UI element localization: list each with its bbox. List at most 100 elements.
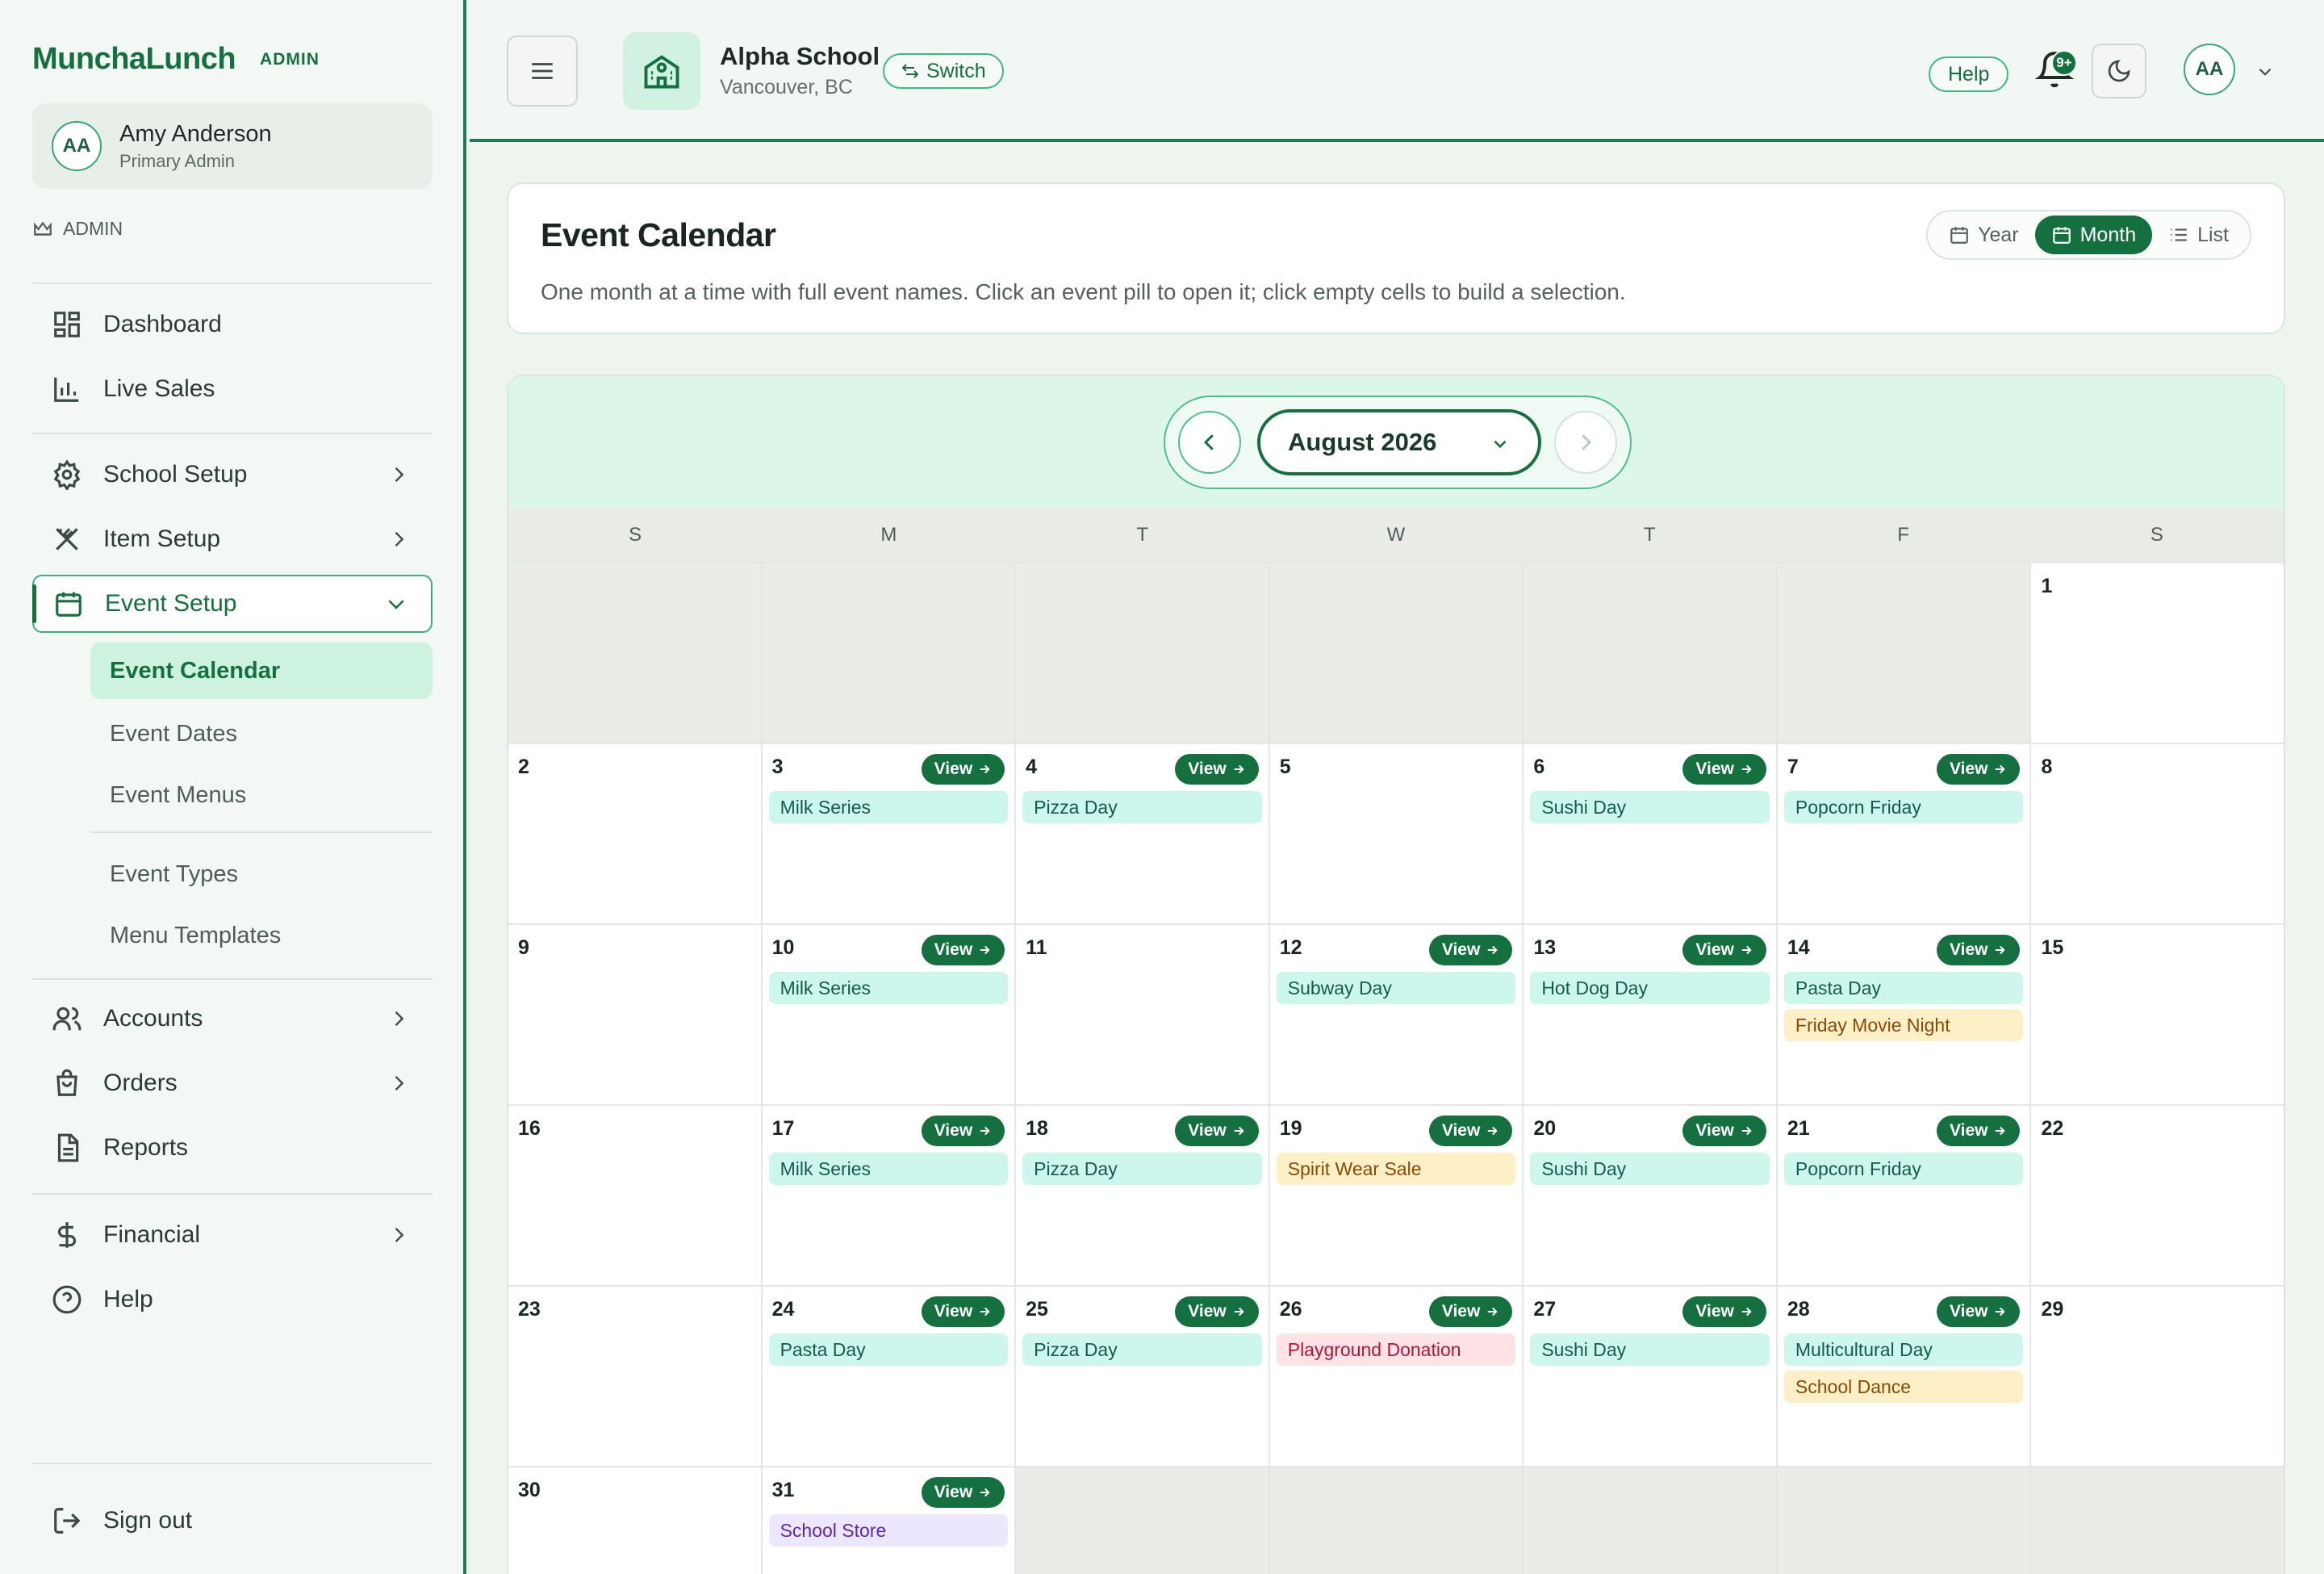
- event-pill[interactable]: Pasta Day: [1783, 972, 2024, 1004]
- sidebar-item-orders[interactable]: Orders: [32, 1054, 433, 1112]
- calendar-day-cell[interactable]: 25 View Pizza Day: [1016, 1287, 1270, 1466]
- event-pill[interactable]: Sushi Day: [1530, 791, 1770, 823]
- view-list-button[interactable]: List: [2152, 216, 2245, 254]
- sidebar-item-financial[interactable]: Financial: [32, 1206, 433, 1264]
- calendar-day-cell[interactable]: 13 View Hot Dog Day: [1524, 925, 1778, 1104]
- sidebar-subitem-menu-templates[interactable]: Menu Templates: [90, 907, 433, 964]
- calendar-day-cell[interactable]: 15: [2031, 925, 2284, 1104]
- sidebar-item-school-setup[interactable]: School Setup: [32, 446, 433, 504]
- calendar-day-cell[interactable]: 8: [2031, 744, 2284, 923]
- calendar-day-cell[interactable]: 6 View Sushi Day: [1524, 744, 1778, 923]
- calendar-day-cell[interactable]: 18 View Pizza Day: [1016, 1106, 1270, 1285]
- sidebar-item-reports[interactable]: Reports: [32, 1119, 433, 1177]
- calendar-day-cell[interactable]: 26 View Playground Donation: [1269, 1287, 1524, 1466]
- sidebar-item-event-setup[interactable]: Event Setup: [32, 575, 433, 633]
- view-day-button[interactable]: View: [921, 1296, 1005, 1327]
- sidebar-item-item-setup[interactable]: Item Setup: [32, 510, 433, 568]
- event-pill[interactable]: School Store: [768, 1514, 1009, 1547]
- event-pill[interactable]: Sushi Day: [1530, 1153, 1770, 1185]
- calendar-day-cell[interactable]: 31 View School Store: [762, 1467, 1017, 1574]
- view-day-button[interactable]: View: [921, 935, 1005, 965]
- view-day-button[interactable]: View: [1428, 1116, 1513, 1146]
- calendar-day-cell[interactable]: 9: [508, 925, 763, 1104]
- event-pill[interactable]: Pasta Day: [768, 1333, 1009, 1366]
- brand[interactable]: MunchaLunch ADMIN: [32, 42, 320, 77]
- event-pill[interactable]: Milk Series: [768, 791, 1009, 823]
- calendar-day-cell[interactable]: 11: [1016, 925, 1270, 1104]
- calendar-day-cell[interactable]: 19 View Spirit Wear Sale: [1269, 1106, 1524, 1285]
- event-pill[interactable]: Multicultural Day: [1783, 1333, 2024, 1366]
- calendar-day-cell[interactable]: 20 View Sushi Day: [1524, 1106, 1778, 1285]
- view-day-button[interactable]: View: [1428, 1296, 1513, 1327]
- event-pill[interactable]: Milk Series: [768, 1153, 1009, 1185]
- event-pill[interactable]: Subway Day: [1276, 972, 1516, 1004]
- calendar-day-cell[interactable]: 17 View Milk Series: [762, 1106, 1017, 1285]
- view-day-button[interactable]: View: [1682, 1296, 1766, 1327]
- sidebar-subitem-event-types[interactable]: Event Types: [90, 846, 433, 902]
- view-day-button[interactable]: View: [1936, 754, 2021, 785]
- calendar-day-cell[interactable]: 22: [2031, 1106, 2284, 1285]
- event-pill[interactable]: Popcorn Friday: [1783, 791, 2024, 823]
- event-pill[interactable]: Friday Movie Night: [1783, 1009, 2024, 1041]
- calendar-day-cell[interactable]: 21 View Popcorn Friday: [1777, 1106, 2032, 1285]
- calendar-day-cell[interactable]: 2: [508, 744, 763, 923]
- user-menu-avatar[interactable]: AA: [2184, 44, 2235, 95]
- calendar-day-cell[interactable]: 1: [2031, 563, 2284, 743]
- calendar-day-cell[interactable]: 29: [2031, 1287, 2284, 1466]
- view-day-button[interactable]: View: [1682, 1116, 1766, 1146]
- event-pill[interactable]: School Dance: [1783, 1371, 2024, 1403]
- view-day-button[interactable]: View: [1175, 754, 1259, 785]
- view-day-button[interactable]: View: [1682, 754, 1766, 785]
- user-card[interactable]: AA Amy Anderson Primary Admin: [32, 103, 433, 189]
- event-pill[interactable]: Spirit Wear Sale: [1276, 1153, 1516, 1185]
- calendar-day-cell[interactable]: 7 View Popcorn Friday: [1777, 744, 2032, 923]
- calendar-day-cell[interactable]: 28 View Multicultural Day School Dance: [1777, 1287, 2032, 1466]
- event-pill[interactable]: Pizza Day: [1022, 1333, 1262, 1366]
- event-pill[interactable]: Hot Dog Day: [1530, 972, 1770, 1004]
- event-pill[interactable]: Popcorn Friday: [1783, 1153, 2024, 1185]
- view-day-button[interactable]: View: [921, 1116, 1005, 1146]
- view-day-button[interactable]: View: [1936, 1296, 2021, 1327]
- calendar-day-cell[interactable]: 24 View Pasta Day: [762, 1287, 1017, 1466]
- view-day-button[interactable]: View: [921, 754, 1005, 785]
- help-button[interactable]: Help: [1929, 57, 2009, 92]
- sidebar-subitem-event-dates[interactable]: Event Dates: [90, 705, 433, 762]
- month-select[interactable]: August 2026: [1257, 409, 1541, 475]
- view-day-button[interactable]: View: [1175, 1296, 1259, 1327]
- view-month-button[interactable]: Month: [2034, 216, 2153, 254]
- calendar-day-cell[interactable]: 30: [508, 1467, 763, 1574]
- previous-month-button[interactable]: [1178, 411, 1241, 474]
- sidebar-item-dashboard[interactable]: Dashboard: [32, 295, 433, 354]
- calendar-day-cell[interactable]: 14 View Pasta Day Friday Movie Night: [1777, 925, 2032, 1104]
- calendar-day-cell[interactable]: 4 View Pizza Day: [1016, 744, 1270, 923]
- sign-out-button[interactable]: Sign out: [32, 1492, 433, 1550]
- view-day-button[interactable]: View: [1936, 935, 2021, 965]
- sidebar-subitem-event-menus[interactable]: Event Menus: [90, 767, 433, 823]
- calendar-day-cell[interactable]: 3 View Milk Series: [762, 744, 1017, 923]
- switch-school-button[interactable]: Switch: [883, 53, 1004, 89]
- view-day-button[interactable]: View: [921, 1477, 1005, 1508]
- calendar-day-cell[interactable]: 12 View Subway Day: [1269, 925, 1524, 1104]
- view-day-button[interactable]: View: [1175, 1116, 1259, 1146]
- sidebar-subitem-event-calendar[interactable]: Event Calendar: [90, 643, 433, 699]
- event-pill[interactable]: Pizza Day: [1022, 1153, 1262, 1185]
- calendar-day-cell[interactable]: 5: [1269, 744, 1524, 923]
- sidebar-item-accounts[interactable]: Accounts: [32, 990, 433, 1048]
- view-day-button[interactable]: View: [1428, 935, 1513, 965]
- menu-toggle-button[interactable]: [507, 36, 578, 107]
- view-day-button[interactable]: View: [1936, 1116, 2021, 1146]
- sidebar-item-help[interactable]: Help: [32, 1271, 433, 1329]
- sidebar-item-live-sales[interactable]: Live Sales: [32, 360, 433, 418]
- chevron-down-icon[interactable]: [2255, 61, 2276, 82]
- event-pill[interactable]: Pizza Day: [1022, 791, 1262, 823]
- calendar-day-cell[interactable]: 10 View Milk Series: [762, 925, 1017, 1104]
- theme-toggle-button[interactable]: [2092, 44, 2146, 98]
- next-month-button[interactable]: [1554, 411, 1617, 474]
- event-pill[interactable]: Sushi Day: [1530, 1333, 1770, 1366]
- view-year-button[interactable]: Year: [1933, 216, 2035, 254]
- event-pill[interactable]: Milk Series: [768, 972, 1009, 1004]
- event-pill[interactable]: Playground Donation: [1276, 1333, 1516, 1366]
- calendar-day-cell[interactable]: 23: [508, 1287, 763, 1466]
- calendar-day-cell[interactable]: 27 View Sushi Day: [1524, 1287, 1778, 1466]
- calendar-day-cell[interactable]: 16: [508, 1106, 763, 1285]
